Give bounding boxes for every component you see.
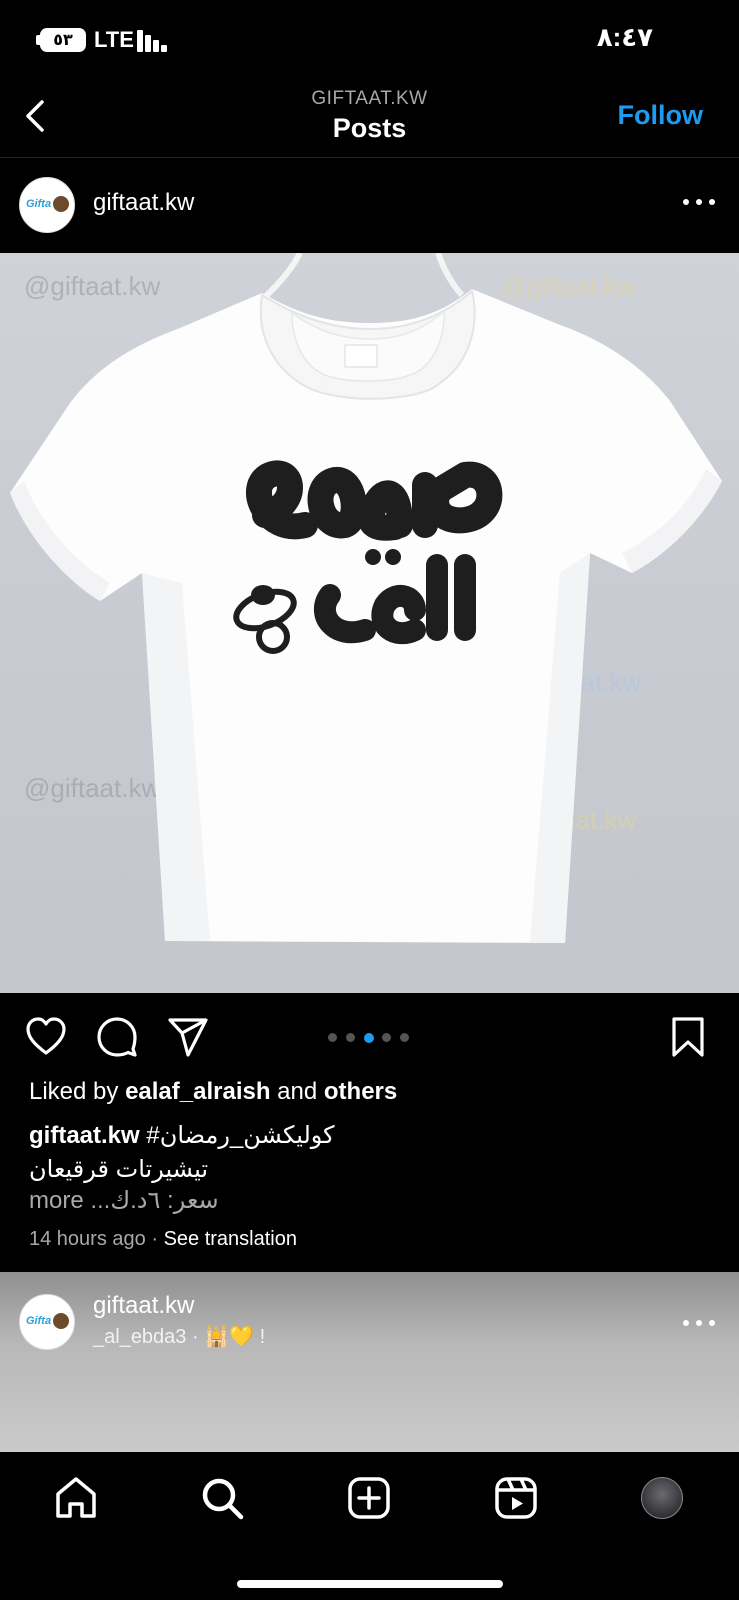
search-icon[interactable] (198, 1474, 246, 1522)
home-icon[interactable] (52, 1474, 100, 1522)
battery-level: ٥٣ (53, 32, 73, 49)
see-translation-link[interactable]: See translation (164, 1228, 297, 1250)
more-options-button[interactable] (683, 1317, 715, 1329)
signal-icon (137, 28, 171, 52)
bookmark-icon[interactable] (666, 1015, 710, 1059)
avatar-logo-text: Gifta (26, 1315, 52, 1327)
bottom-nav (0, 1452, 739, 1600)
page-header: GIFTAAT.KW Posts Follow (0, 80, 739, 158)
heart-icon[interactable] (24, 1015, 68, 1059)
carousel-dot-active (364, 1032, 374, 1043)
caption-username[interactable]: giftaat.kw (29, 1122, 140, 1149)
avatar[interactable]: Gifta (19, 1294, 75, 1350)
liked-user-link[interactable]: ealaf_alraish (125, 1078, 270, 1105)
profile-avatar[interactable] (641, 1477, 683, 1519)
post-meta: 14 hours ago · See translation (29, 1228, 297, 1251)
liked-prefix: Liked by (29, 1078, 119, 1105)
next-post-preview[interactable]: Gifta giftaat.kw _al_ebda3 · 🕌💛 ! (0, 1272, 739, 1452)
post-header: Gifta giftaat.kw (0, 158, 739, 253)
calligraphy-print (233, 460, 503, 654)
caption-more[interactable]: more ...سعر: ٦د.ك (29, 1186, 219, 1215)
liked-and: and (277, 1078, 318, 1105)
meta-separator: · (151, 1228, 158, 1250)
home-indicator (237, 1580, 503, 1588)
teapot-icon (53, 196, 69, 212)
caption: giftaat.kw #كوليكشن_رمضان (29, 1121, 335, 1150)
post-image[interactable]: @giftaat.kw @giftaat.kw @giftaat.kw @gif… (0, 253, 739, 993)
plus-square-icon[interactable] (345, 1474, 393, 1522)
liked-by: Liked by ealaf_alraish and others (29, 1078, 397, 1106)
post-timestamp: 14 hours ago (29, 1228, 146, 1250)
next-post-username[interactable]: giftaat.kw (93, 1292, 194, 1320)
teapot-icon (53, 1313, 69, 1329)
comment-icon[interactable] (95, 1015, 139, 1059)
post-actions (0, 993, 739, 1079)
avatar[interactable]: Gifta (19, 177, 75, 233)
avatar-logo-text: Gifta (26, 198, 52, 210)
caption-text: تيشيرتات قرقيعان (29, 1156, 209, 1183)
post-username[interactable]: giftaat.kw (93, 189, 194, 217)
send-icon[interactable] (166, 1015, 210, 1059)
battery-cap (36, 35, 41, 45)
more-options-button[interactable] (683, 196, 715, 208)
battery-indicator: ٥٣ (40, 28, 86, 52)
liked-others-link[interactable]: others (324, 1078, 397, 1105)
status-bar: ٥٣ LTE ٨:٤٧ (0, 0, 739, 80)
next-post-audio[interactable]: _al_ebda3 · 🕌💛 ! (93, 1324, 265, 1349)
caption-hashtag[interactable]: #كوليكشن_رمضان (146, 1122, 334, 1149)
clock: ٨:٤٧ (596, 22, 653, 52)
follow-button[interactable]: Follow (618, 100, 703, 131)
carousel-indicator (328, 1032, 418, 1045)
network-type: LTE (94, 27, 134, 52)
reels-icon[interactable] (492, 1474, 540, 1522)
